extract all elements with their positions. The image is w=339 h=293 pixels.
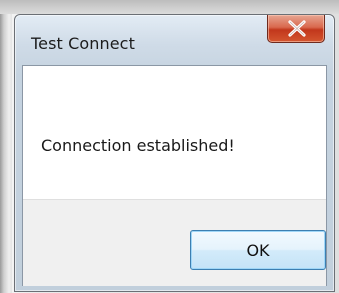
dialog-message: Connection established! <box>41 136 235 155</box>
close-icon <box>288 20 306 37</box>
message-dialog: Test Connect Connection established! OK <box>14 14 335 292</box>
dialog-button-bar: OK <box>23 199 326 286</box>
dialog-titlebar[interactable]: Test Connect <box>15 15 334 65</box>
ok-button[interactable]: OK <box>190 230 326 270</box>
background-window-titlebar <box>0 0 339 14</box>
background-window-edge <box>0 14 12 293</box>
dialog-title: Test Connect <box>31 34 135 53</box>
dialog-content: Connection established! OK <box>22 65 327 286</box>
close-button[interactable] <box>267 15 325 43</box>
